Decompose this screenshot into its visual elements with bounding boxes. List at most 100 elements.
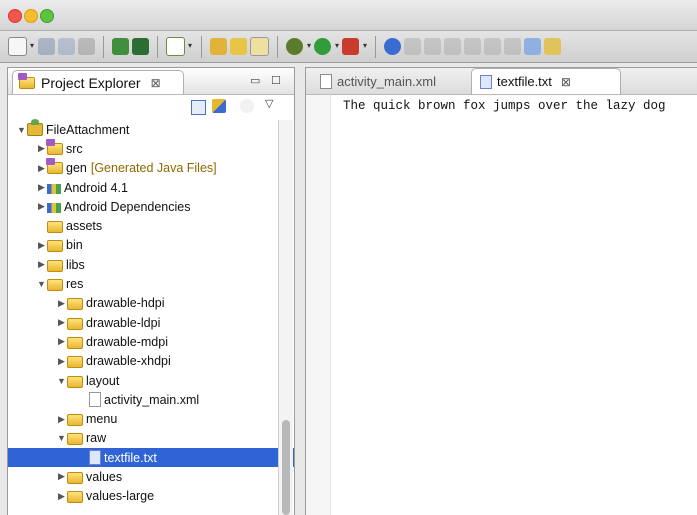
tree-item[interactable]: activity_main.xml	[8, 390, 294, 409]
tree-item[interactable]: ▼ FileAttachment	[8, 119, 294, 139]
collapse-all-icon[interactable]	[191, 100, 206, 115]
tree-item[interactable]: ▶ drawable-ldpi	[8, 313, 294, 332]
terminate-icon[interactable]	[444, 38, 461, 55]
editor-text[interactable]: The quick brown fox jumps over the lazy …	[343, 99, 666, 113]
step-over-icon[interactable]	[484, 38, 501, 55]
expanded-twisty-icon[interactable]: ▼	[56, 376, 67, 386]
tree-item-label: activity_main.xml	[104, 392, 200, 407]
folder-icon	[67, 471, 83, 484]
external-tools-icon[interactable]	[342, 38, 367, 55]
focus-on-task-icon[interactable]	[240, 99, 254, 113]
tree-item[interactable]: ▶ Android Dependencies	[8, 197, 294, 216]
tree-item[interactable]: ▼ layout	[8, 371, 294, 390]
tab-textfile-txt[interactable]: textfile.txt ⊠	[471, 68, 621, 94]
close-window-button[interactable]	[8, 9, 22, 23]
expanded-twisty-icon[interactable]: ▼	[56, 433, 67, 443]
minimize-window-button[interactable]	[24, 9, 38, 23]
tree-item[interactable]: ▼ raw	[8, 429, 294, 448]
tab-activity-main-xml[interactable]: activity_main.xml	[310, 68, 444, 94]
tree-item-label: layout	[86, 373, 120, 388]
collapsed-twisty-icon[interactable]: ▶	[56, 414, 67, 425]
tree-item[interactable]: ▶ drawable-hdpi	[8, 294, 294, 313]
scrollbar-thumb[interactable]	[282, 420, 290, 515]
save-all-icon[interactable]	[58, 38, 75, 55]
zoom-window-button[interactable]	[40, 9, 54, 23]
tree-item[interactable]: textfile.txt	[8, 448, 294, 468]
xml-file-icon	[320, 73, 332, 89]
new-android-xml-file-icon[interactable]	[250, 37, 269, 56]
tree-item[interactable]: ▶ values-large	[8, 487, 294, 506]
tree-item[interactable]: ▶ gen [Generated Java Files]	[8, 158, 294, 178]
tab-project-explorer[interactable]: Project Explorer ⊠	[12, 70, 184, 94]
collapsed-twisty-icon[interactable]: ▶	[36, 259, 47, 270]
drop-to-frame-icon[interactable]	[524, 38, 541, 55]
folder-icon	[67, 356, 83, 369]
collapsed-twisty-icon[interactable]: ▶	[56, 491, 67, 502]
expanded-twisty-icon[interactable]: ▼	[36, 279, 47, 289]
toolbar-separator	[103, 35, 104, 58]
resume-icon[interactable]	[404, 38, 421, 55]
xml-file-icon	[89, 392, 101, 408]
main-toolbar	[0, 31, 697, 63]
suspend-icon[interactable]	[424, 38, 441, 55]
tree-item[interactable]: ▶ bin	[8, 236, 294, 255]
project-icon	[27, 119, 43, 137]
close-icon[interactable]: ⊠	[561, 75, 571, 89]
new-wizard-icon[interactable]	[8, 37, 34, 56]
close-icon[interactable]: ⊠	[151, 76, 161, 90]
save-icon[interactable]	[38, 38, 55, 55]
step-return-icon[interactable]	[504, 38, 521, 55]
tree-item[interactable]: ▶ drawable-xhdpi	[8, 352, 294, 371]
collapsed-twisty-icon[interactable]: ▶	[36, 182, 47, 193]
collapsed-twisty-icon[interactable]: ▶	[56, 298, 67, 309]
android-sdk-manager-icon[interactable]	[112, 38, 129, 55]
editor-tab-bar: activity_main.xml textfile.txt ⊠	[306, 68, 697, 95]
print-icon[interactable]	[78, 38, 95, 55]
editor-gutter	[306, 95, 331, 515]
tree-item-label: res	[66, 277, 84, 292]
new-android-project-icon[interactable]	[210, 38, 227, 55]
tree-item[interactable]: ▶ Android 4.1	[8, 178, 294, 197]
tree-item[interactable]: ▶ values	[8, 467, 294, 486]
checklist-icon[interactable]	[166, 37, 192, 56]
tree-item[interactable]: assets	[8, 216, 294, 235]
collapsed-twisty-icon[interactable]: ▶	[56, 471, 67, 482]
collapsed-twisty-icon[interactable]: ▶	[56, 336, 67, 347]
minimize-view-icon[interactable]: ▭	[250, 74, 260, 87]
folder-icon	[67, 298, 83, 311]
toolbar-separator	[277, 35, 278, 58]
run-icon[interactable]	[314, 38, 339, 55]
tree-item-label: bin	[66, 238, 83, 253]
tree-item-label: Android 4.1	[64, 180, 128, 195]
tree-item[interactable]: ▶ menu	[8, 409, 294, 428]
collapsed-twisty-icon[interactable]: ▶	[56, 356, 67, 367]
tree-item[interactable]: ▶ drawable-mdpi	[8, 332, 294, 351]
collapsed-twisty-icon[interactable]: ▶	[36, 201, 47, 212]
tree-item[interactable]: ▶ libs	[8, 255, 294, 274]
package-folder-icon	[46, 138, 63, 155]
maximize-view-icon[interactable]: ☐	[271, 74, 281, 87]
collapsed-twisty-icon[interactable]: ▶	[36, 240, 47, 251]
text-file-icon	[480, 74, 492, 89]
new-android-test-project-icon[interactable]	[230, 38, 247, 55]
editor-area: activity_main.xml textfile.txt ⊠ The qui…	[305, 67, 697, 515]
tree-item-label: menu	[86, 412, 118, 427]
tree-item[interactable]: ▼ res	[8, 274, 294, 293]
debug-icon[interactable]	[286, 38, 311, 55]
tree-item[interactable]: ▶ src	[8, 138, 294, 158]
folder-icon	[47, 279, 63, 292]
android-avd-manager-icon[interactable]	[132, 38, 149, 55]
expanded-twisty-icon[interactable]: ▼	[16, 125, 27, 135]
toolbar-separator	[157, 35, 158, 58]
collapsed-twisty-icon[interactable]: ▶	[56, 317, 67, 328]
tree-item-label: values-large	[86, 489, 155, 504]
skip-breakpoints-icon[interactable]	[384, 38, 401, 55]
tree-scrollbar[interactable]	[278, 120, 293, 515]
link-with-editor-icon[interactable]	[212, 99, 226, 113]
project-explorer-title: Project Explorer	[41, 74, 141, 91]
view-menu-icon[interactable]: ▽	[265, 97, 273, 110]
step-into-icon[interactable]	[464, 38, 481, 55]
use-step-filters-icon[interactable]	[544, 38, 561, 55]
toolbar-separator	[201, 35, 202, 58]
folder-icon	[47, 259, 63, 272]
